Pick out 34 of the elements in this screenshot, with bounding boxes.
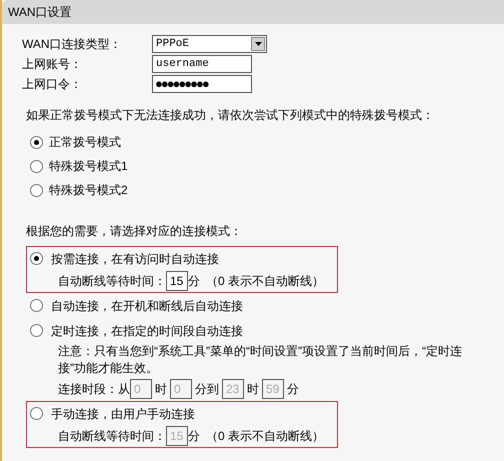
field-unit: 时	[155, 381, 167, 398]
hint-text: （0 表示不自动断线）	[206, 428, 324, 445]
connection-type-select[interactable]: PPPoE	[152, 35, 267, 53]
radio-button[interactable]	[30, 160, 43, 172]
text-field[interactable]: username	[152, 55, 252, 73]
option-label: 特殊拨号模式1	[49, 158, 128, 175]
option-label: 定时连接，在指定的时间段自动连接	[51, 322, 243, 340]
field-label: 连接时段：从	[58, 381, 130, 398]
password-field[interactable]: ●●●●●●●●●	[152, 75, 252, 93]
instruction-text: 如果正常拨号模式下无法连接成功，请依次尝试下列模式中的特殊拨号模式：	[25, 107, 435, 124]
option-label: 正常拨号模式	[49, 134, 121, 151]
field-label: 自动断线等待时间：	[58, 428, 166, 445]
field-label: 自动断线等待时间：	[58, 273, 166, 290]
option-label: 按需连接，在有访问时自动连接	[51, 250, 219, 268]
radio-button[interactable]	[30, 252, 43, 265]
radio-button[interactable]	[30, 184, 43, 196]
option-label: 自动连接，在开机和断线后自动连接	[51, 298, 243, 314]
field-label: 上网账号：	[22, 56, 83, 73]
field-unit: 分	[287, 381, 299, 398]
instruction-text: 根据您的需要，请选择对应的连接模式：	[25, 223, 243, 240]
field-label: WAN口连接类型：	[22, 36, 123, 53]
radio-button[interactable]	[30, 136, 43, 148]
field-unit: 分	[188, 273, 200, 290]
field-unit: 分到	[195, 381, 219, 398]
note-text: 注意：只有当您到“系统工具”菜单的“时间设置”项设置了当前时间后，“定时连接”功能才能生效。	[58, 343, 463, 377]
number-field[interactable]: 15	[166, 271, 188, 291]
field-unit: 时	[247, 381, 259, 398]
field-unit: 分	[188, 428, 200, 445]
field-label: 上网口令：	[22, 76, 83, 93]
option-label: 特殊拨号模式2	[49, 182, 128, 199]
panel-title: WAN口设置	[2, 0, 504, 24]
option-label: 手动连接，由用户手动连接	[51, 406, 195, 422]
radio-button[interactable]	[30, 299, 43, 312]
hint-text: （0 表示不自动断线）	[206, 273, 324, 290]
